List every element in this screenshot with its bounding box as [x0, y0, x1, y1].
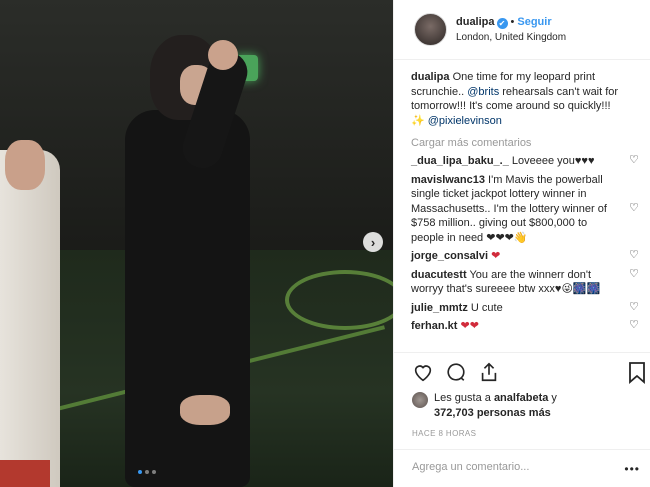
caption-mention-brits[interactable]: @brits	[467, 86, 499, 98]
side-person	[0, 150, 60, 487]
post-timestamp[interactable]: HACE 8 HORAS	[412, 429, 476, 438]
floor-arc	[285, 270, 393, 330]
follow-button[interactable]: Seguir	[517, 16, 551, 28]
side-person-hand	[5, 140, 45, 190]
likes-count-link[interactable]: 372,703 personas más	[434, 407, 551, 419]
likes-summary: Les gusta a analfabeta y 372,703 persona…	[412, 391, 557, 421]
post-caption: dualipa One time for my leopard print sc…	[411, 70, 641, 128]
comment-item: _dua_lipa_baku_._ Loveeee you♥♥♥ ♡	[411, 154, 641, 169]
location-link[interactable]: London, United Kingdom	[456, 30, 566, 45]
carousel-next-button[interactable]: ›	[363, 232, 383, 252]
chevron-right-icon: ›	[370, 234, 376, 250]
comment-username[interactable]: jorge_consalvi	[411, 250, 488, 262]
likes-prefix: Les gusta a	[434, 392, 494, 404]
like-heart-icon[interactable]	[412, 361, 434, 383]
comment-username[interactable]: julie_mmtz	[411, 302, 468, 314]
add-comment-bar: Agrega un comentario... •••	[393, 449, 650, 487]
comment-text: ❤	[488, 250, 501, 262]
add-comment-input[interactable]: Agrega un comentario...	[412, 461, 529, 473]
verified-badge-icon: ✔	[496, 17, 508, 29]
comment-icon[interactable]	[445, 361, 467, 383]
bookmark-icon[interactable]	[628, 362, 646, 384]
more-options-icon[interactable]: •••	[624, 462, 640, 476]
heart-icon[interactable]: ♡	[629, 154, 641, 166]
caption-username[interactable]: dualipa	[411, 71, 450, 83]
heart-icon[interactable]: ♡	[629, 268, 641, 280]
comment-username[interactable]: ferhan.kt	[411, 320, 457, 332]
post-photo[interactable]	[0, 0, 393, 487]
person-hand	[208, 40, 238, 70]
likes-text: Les gusta a analfabeta y 372,703 persona…	[434, 391, 557, 421]
carousel-dot	[152, 470, 156, 474]
comment-text: U cute	[467, 301, 503, 314]
side-person-shorts	[0, 460, 50, 487]
comment-item: mavislwanc13 I'm Mavis the powerball sin…	[411, 173, 641, 246]
carousel-dot	[145, 470, 149, 474]
heart-icon[interactable]: ♡	[629, 249, 641, 261]
likes-middle: y	[548, 392, 557, 404]
carousel-indicator	[138, 470, 156, 474]
comments-section: dualipa One time for my leopard print sc…	[411, 70, 641, 334]
comment-text: Loveeee you♥♥♥	[508, 155, 595, 167]
liker-username[interactable]: analfabeta	[494, 392, 548, 404]
comment-username[interactable]: _dua_lipa_baku_._	[411, 155, 509, 167]
comment-username[interactable]: mavislwanc13	[411, 174, 485, 186]
comment-item: duacutestt You are the winnerr don't wor…	[411, 268, 641, 297]
comment-username[interactable]: duacutestt	[411, 269, 467, 281]
comment-item: ferhan.kt ❤❤ ♡	[411, 319, 641, 334]
load-more-comments-button[interactable]: Cargar más comentarios	[411, 136, 641, 150]
username-link[interactable]: dualipa	[456, 16, 495, 28]
header-text: dualipa ✔ • Seguir London, United Kingdom	[456, 15, 566, 45]
separator-dot: •	[510, 15, 515, 28]
liker-avatar[interactable]	[412, 392, 428, 408]
main-person	[120, 35, 260, 487]
heart-icon[interactable]: ♡	[629, 202, 641, 214]
person-body	[125, 110, 250, 487]
comment-text: ❤❤	[457, 320, 479, 332]
comment-item: jorge_consalvi ❤ ♡	[411, 249, 641, 264]
person-hand-lower	[180, 395, 230, 425]
post-header: dualipa ✔ • Seguir London, United Kingdom	[394, 0, 650, 60]
comments-divider	[393, 352, 650, 353]
caption-mention-pixie[interactable]: @pixielevinson	[428, 115, 502, 127]
share-icon[interactable]	[478, 361, 500, 383]
carousel-dot	[138, 470, 142, 474]
heart-icon[interactable]: ♡	[629, 301, 641, 313]
sparkles-icon: ✨	[411, 114, 425, 127]
avatar[interactable]	[414, 13, 447, 46]
comment-item: julie_mmtz U cute ♡	[411, 301, 641, 316]
heart-icon[interactable]: ♡	[629, 319, 641, 331]
post-actions	[412, 361, 500, 383]
